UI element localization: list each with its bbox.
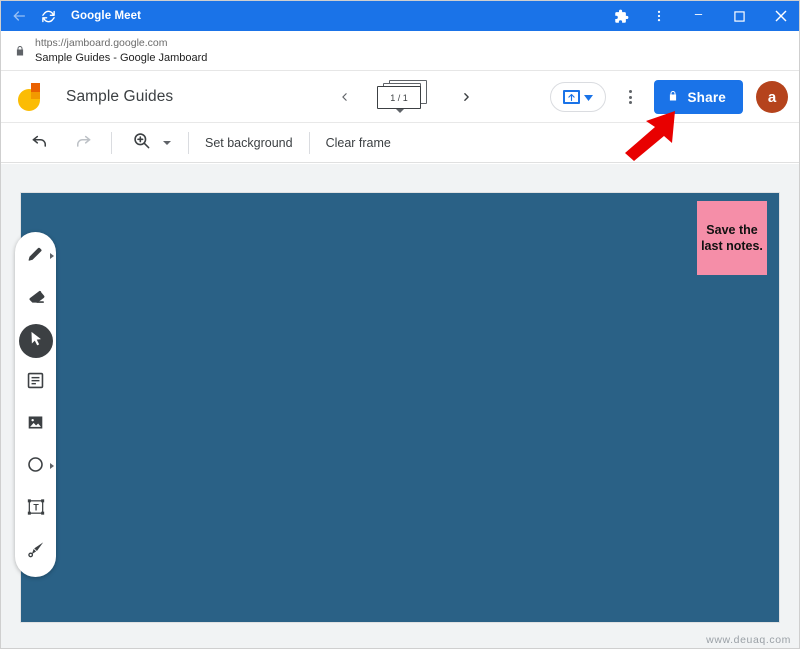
frame-navigation: 1 / 1 xyxy=(331,71,479,123)
avatar[interactable]: a xyxy=(756,81,788,113)
toolbar-divider xyxy=(111,132,112,154)
address-bar[interactable]: https://jamboard.google.com Sample Guide… xyxy=(1,31,800,71)
clear-frame-button[interactable]: Clear frame xyxy=(322,136,395,150)
back-arrow-icon[interactable] xyxy=(10,7,28,25)
tool-palette: T xyxy=(15,232,56,577)
address-bar-texts: https://jamboard.google.com Sample Guide… xyxy=(35,37,207,65)
maximize-button[interactable] xyxy=(719,1,760,31)
lock-icon xyxy=(667,89,679,106)
export-button[interactable] xyxy=(550,82,606,112)
undo-arrow-icon xyxy=(31,131,50,155)
window-title-bar: Google Meet – xyxy=(1,1,800,31)
header-actions: Share a xyxy=(550,71,788,123)
text-box-tool[interactable]: T xyxy=(19,492,53,526)
image-icon xyxy=(26,413,45,437)
text-box-icon: T xyxy=(26,497,46,522)
zoom-dropdown-caret[interactable] xyxy=(158,129,176,157)
pen-tool[interactable] xyxy=(19,240,53,274)
title-bar-right-group: – xyxy=(602,1,800,31)
jam-canvas[interactable]: Save the last notes. xyxy=(21,193,779,622)
redo-button[interactable] xyxy=(65,126,99,160)
page-url: https://jamboard.google.com xyxy=(35,37,207,50)
eraser-icon xyxy=(26,287,46,312)
watermark: www.deuaq.com xyxy=(706,634,791,646)
chevron-right-icon xyxy=(50,463,54,469)
shape-tool[interactable] xyxy=(19,450,53,484)
cursor-arrow-icon xyxy=(27,330,45,353)
jamboard-header: Sample Guides 1 / 1 xyxy=(1,71,800,123)
zoom-button[interactable] xyxy=(124,126,158,160)
toolbar-divider xyxy=(188,132,189,154)
redo-arrow-icon xyxy=(73,131,92,155)
title-bar-left-group: Google Meet xyxy=(1,7,141,25)
minimize-button[interactable]: – xyxy=(678,1,719,31)
export-upload-icon xyxy=(563,90,580,104)
circle-shape-icon xyxy=(26,455,45,479)
browser-window: Google Meet – xyxy=(0,0,800,649)
refresh-icon[interactable] xyxy=(39,7,57,25)
sticky-note-icon xyxy=(26,371,45,395)
set-background-button[interactable]: Set background xyxy=(201,136,297,150)
chevron-right-icon[interactable] xyxy=(453,84,479,110)
chevron-left-icon[interactable] xyxy=(331,84,357,110)
more-options-button[interactable] xyxy=(619,83,641,111)
share-button-label: Share xyxy=(687,90,726,105)
chevron-down-icon xyxy=(584,88,593,106)
toolbar-divider xyxy=(309,132,310,154)
close-button[interactable] xyxy=(760,1,800,31)
select-tool[interactable] xyxy=(19,324,53,358)
lock-icon xyxy=(1,44,35,58)
frame-counter-indicator[interactable]: 1 / 1 xyxy=(377,80,433,114)
frame-counter-label: 1 / 1 xyxy=(377,86,421,109)
undo-button[interactable] xyxy=(23,126,57,160)
chevron-right-icon xyxy=(50,253,54,259)
svg-text:T: T xyxy=(33,502,39,512)
kebab-menu-icon[interactable] xyxy=(640,1,678,31)
eraser-tool[interactable] xyxy=(19,282,53,316)
pen-icon xyxy=(26,245,45,269)
share-button[interactable]: Share xyxy=(654,80,743,114)
canvas-area: Save the last notes. xyxy=(1,164,800,649)
sticky-note[interactable]: Save the last notes. xyxy=(697,201,767,275)
edit-toolbar: Set background Clear frame xyxy=(1,123,800,163)
window-title: Google Meet xyxy=(71,10,141,22)
chevron-down-icon xyxy=(396,109,404,113)
jamboard-logo-icon xyxy=(18,80,52,114)
page-title: Sample Guides - Google Jamboard xyxy=(35,51,207,65)
zoom-in-magnifier-icon xyxy=(132,131,151,155)
chevron-down-icon xyxy=(163,141,171,145)
document-title[interactable]: Sample Guides xyxy=(66,88,173,106)
laser-pointer-icon xyxy=(26,539,46,564)
image-tool[interactable] xyxy=(19,408,53,442)
sticky-note-tool[interactable] xyxy=(19,366,53,400)
puzzle-piece-icon[interactable] xyxy=(602,1,640,31)
laser-pointer-tool[interactable] xyxy=(19,534,53,568)
